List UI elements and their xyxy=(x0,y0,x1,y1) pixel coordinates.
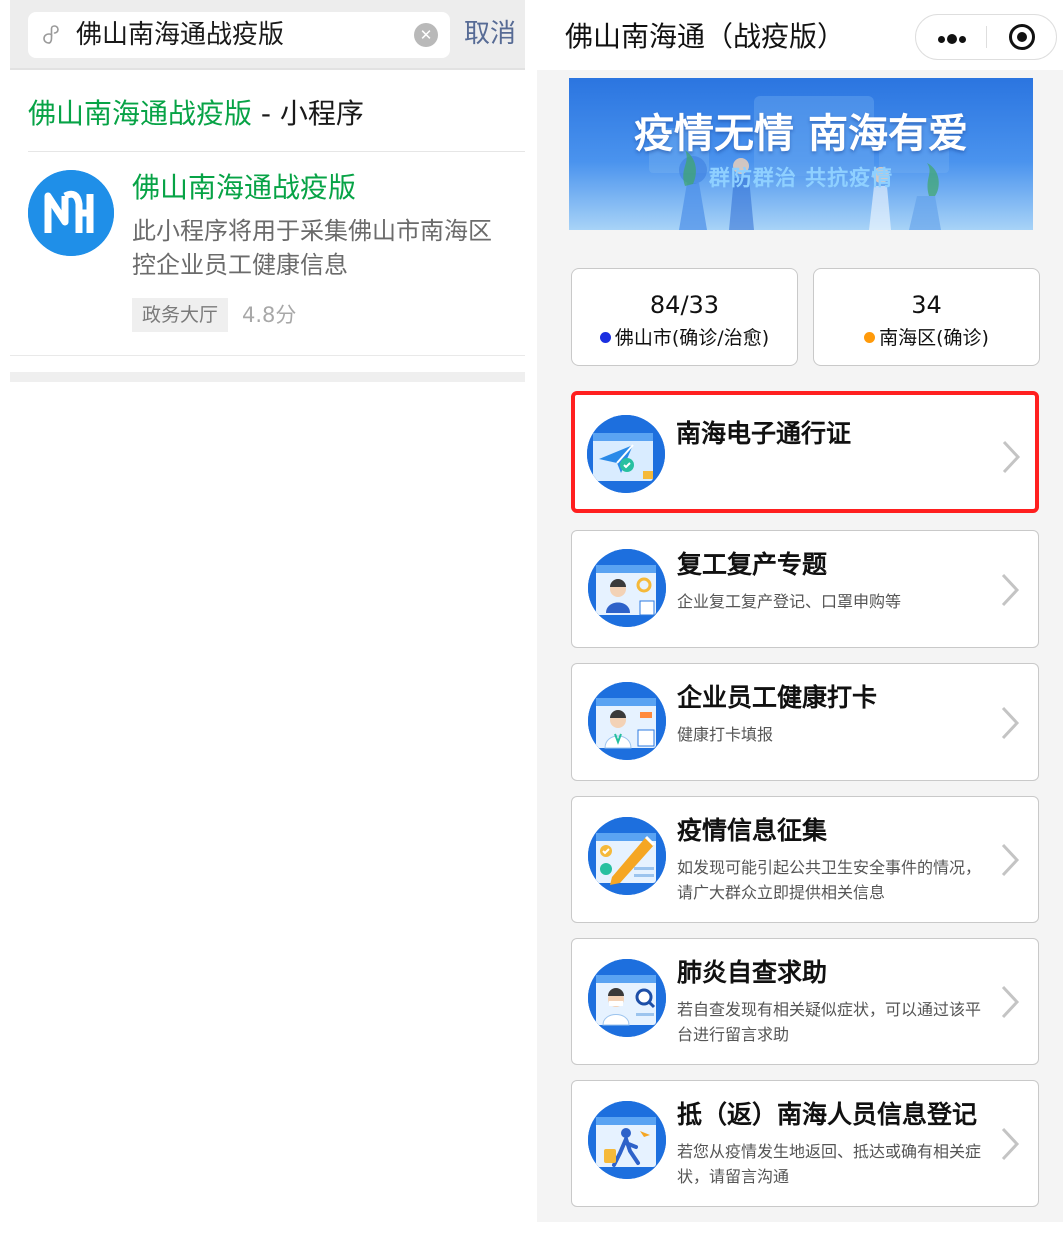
blue-dot-icon xyxy=(599,332,611,343)
stat-label: 南海区(确诊) xyxy=(814,324,1039,352)
capsule-menu xyxy=(915,14,1057,60)
stat-label-text: 佛山市(确诊/治愈) xyxy=(614,327,770,349)
menu-item-title: 企业员工健康打卡 xyxy=(677,683,878,712)
orange-dot-icon xyxy=(864,332,876,343)
mini-program-icon xyxy=(43,25,59,44)
doctor-search-icon xyxy=(588,959,666,1037)
chevron-right-icon xyxy=(1001,843,1020,877)
app-description: 此小程序将用于采集佛山市南海区控企业员工健康信息 xyxy=(132,217,492,279)
more-options-button[interactable] xyxy=(916,15,986,59)
stat-value: 34 xyxy=(911,291,942,319)
doctor-checkin-icon xyxy=(588,682,666,760)
rating-score: 4.8分 xyxy=(242,303,297,327)
close-mini-program-button[interactable] xyxy=(987,15,1057,59)
dot-icon xyxy=(947,34,957,44)
search-query-text: 佛山南海通战疫版 xyxy=(76,20,285,50)
nav-bar: 佛山南海通（战疫版） xyxy=(537,0,1063,70)
category-tag: 政务大厅 xyxy=(132,298,229,332)
worker-resume-icon xyxy=(588,549,666,627)
pencil-checklist-icon xyxy=(588,817,666,895)
chevron-right-icon xyxy=(1001,985,1020,1019)
banner[interactable]: 疫情无情 南海有爱 群防群治 共抗疫情 xyxy=(569,78,1033,230)
app-name-link[interactable]: 佛山南海通战疫版 xyxy=(132,168,356,208)
menu-item-title: 南海电子通行证 xyxy=(676,419,852,448)
nh-logo-icon xyxy=(28,170,114,256)
menu-item-title: 疫情信息征集 xyxy=(677,816,828,845)
menu-item-desc: 若自查发现有相关疑似症状，可以通过该平台进行留言求助 xyxy=(677,1000,982,1044)
menu-item-desc: 如发现可能引起公共卫生安全事件的情况，请广大群众立即提供相关信息 xyxy=(677,858,982,902)
menu-item-title: 抵（返）南海人员信息登记 xyxy=(677,1100,978,1129)
menu-item-electronic-pass[interactable]: 南海电子通行证 xyxy=(571,391,1039,513)
stat-card-nanhai: 34 南海区(确诊) xyxy=(813,268,1040,366)
menu-item-health-checkin[interactable]: 企业员工健康打卡 健康打卡填报 xyxy=(571,663,1039,781)
menu-item-desc: 企业复工复产登记、口罩申购等 xyxy=(677,592,902,611)
menu-item-title: 肺炎自查求助 xyxy=(677,958,828,987)
dot-icon xyxy=(959,36,966,43)
divider xyxy=(28,151,525,152)
clear-icon[interactable]: ✕ xyxy=(414,23,438,47)
section-separator xyxy=(10,372,525,382)
menu-item-pneumonia-selfcheck[interactable]: 肺炎自查求助 若自查发现有相关疑似症状，可以通过该平台进行留言求助 xyxy=(571,938,1039,1065)
result-header-suffix: - 小程序 xyxy=(252,97,364,130)
result-section-header: 佛山南海通战疫版 - 小程序 xyxy=(28,94,364,134)
menu-item-resume-work[interactable]: 复工复产专题 企业复工复产登记、口罩申购等 xyxy=(571,530,1039,648)
banner-title: 疫情无情 南海有爱 xyxy=(634,111,968,157)
search-results-panel: 佛山南海通战疫版 ✕ 取消 佛山南海通战疫版 - 小程序 佛山南海通战疫版 此小… xyxy=(10,0,525,1240)
chevron-right-icon xyxy=(1002,440,1021,474)
stat-label: 佛山市(确诊/治愈) xyxy=(572,324,797,352)
menu-item-title: 复工复产专题 xyxy=(677,550,828,579)
app-logo[interactable] xyxy=(28,170,114,256)
chevron-right-icon xyxy=(1001,706,1020,740)
divider xyxy=(10,355,525,356)
menu-item-desc: 若您从疫情发生地返回、抵达或确有相关症状，请留言沟通 xyxy=(677,1142,982,1186)
search-input[interactable]: 佛山南海通战疫版 ✕ xyxy=(28,12,450,58)
search-bar: 佛山南海通战疫版 ✕ 取消 xyxy=(10,0,525,70)
mini-program-home: 佛山南海通（战疫版） 疫情无情 南海有爱 群防群治 共抗疫情 84/33 佛山市… xyxy=(537,0,1063,1222)
stat-label-text: 南海区(确诊) xyxy=(879,327,989,349)
cancel-button[interactable]: 取消 xyxy=(455,14,525,54)
stat-card-foshan: 84/33 佛山市(确诊/治愈) xyxy=(571,268,798,366)
result-header-name: 佛山南海通战疫版 xyxy=(28,97,253,130)
menu-item-epidemic-info[interactable]: 疫情信息征集 如发现可能引起公共卫生安全事件的情况，请广大群众立即提供相关信息 xyxy=(571,796,1039,923)
chevron-right-icon xyxy=(1001,573,1020,607)
stat-value: 84/33 xyxy=(649,291,720,319)
page-title: 佛山南海通（战疫版） xyxy=(565,20,846,53)
chevron-right-icon xyxy=(1001,1127,1020,1161)
dot-icon xyxy=(938,36,945,43)
paper-plane-pass-icon xyxy=(587,415,665,493)
banner-subtitle: 群防群治 共抗疫情 xyxy=(708,166,894,190)
traveler-register-icon xyxy=(588,1101,666,1179)
menu-item-return-registration[interactable]: 抵（返）南海人员信息登记 若您从疫情发生地返回、抵达或确有相关症状，请留言沟通 xyxy=(571,1080,1039,1207)
menu-item-desc: 健康打卡填报 xyxy=(677,725,774,744)
